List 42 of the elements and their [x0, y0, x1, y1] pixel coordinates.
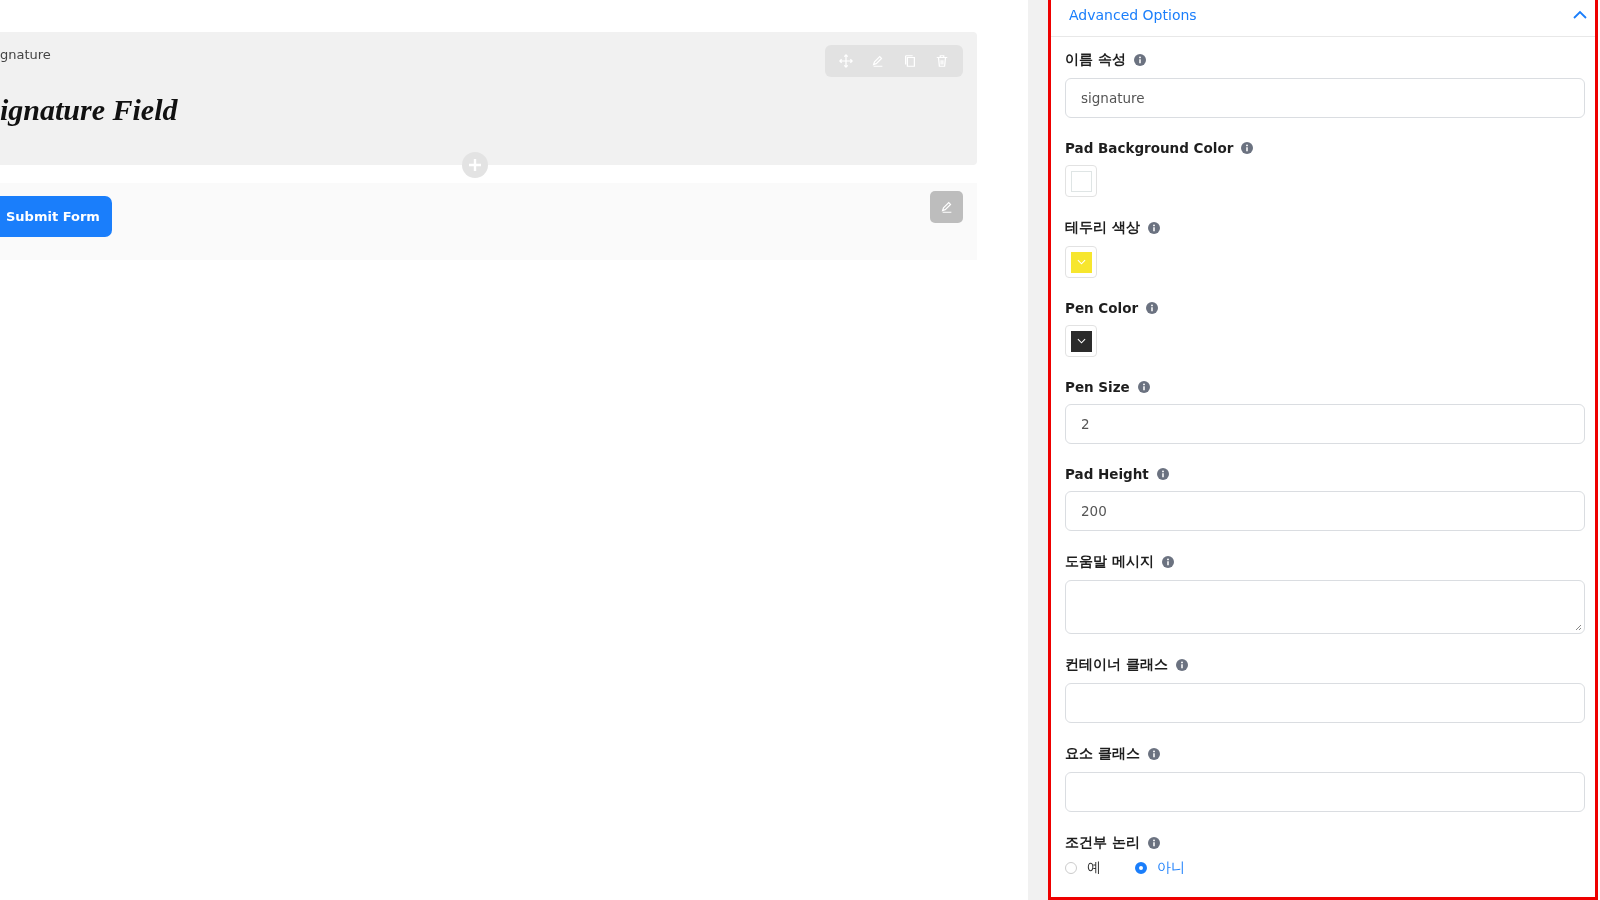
info-icon[interactable] — [1133, 54, 1146, 66]
info-icon[interactable] — [1161, 556, 1174, 568]
radio-option[interactable]: 예 — [1065, 859, 1101, 877]
field-label: 도움말 메시지 — [1065, 553, 1154, 571]
textarea-input[interactable] — [1065, 580, 1585, 634]
color-picker[interactable] — [1065, 165, 1097, 197]
text-input[interactable]: 200 — [1065, 491, 1585, 531]
chevron-down-icon — [1076, 338, 1086, 344]
info-icon[interactable] — [1156, 468, 1169, 480]
panel-title: Advanced Options — [1069, 7, 1197, 23]
add-field-icon[interactable] — [462, 152, 488, 178]
panel-header[interactable]: Advanced Options — [1051, 0, 1595, 37]
info-icon[interactable] — [1146, 302, 1159, 314]
info-icon[interactable] — [1175, 659, 1188, 671]
field-label: Pen Color — [1065, 300, 1139, 316]
chevron-down-icon — [1076, 259, 1086, 265]
field-label: Pad Background Color — [1065, 140, 1234, 156]
color-picker[interactable] — [1065, 246, 1097, 278]
field-label: 조건부 논리 — [1065, 834, 1140, 852]
submit-button[interactable]: Submit Form — [0, 196, 112, 237]
chevron-up-icon[interactable] — [1573, 10, 1587, 20]
field-label: Pen Size — [1065, 379, 1130, 395]
info-icon[interactable] — [1147, 837, 1160, 849]
text-input[interactable]: signature — [1065, 78, 1585, 118]
text-input[interactable]: 2 — [1065, 404, 1585, 444]
info-icon[interactable] — [1137, 381, 1150, 393]
text-input[interactable] — [1065, 683, 1585, 723]
info-icon[interactable] — [1147, 222, 1160, 234]
text-input[interactable] — [1065, 772, 1585, 812]
field-label: 컨테이너 클래스 — [1065, 656, 1168, 674]
field-label: Pad Height — [1065, 466, 1149, 482]
resize-grip-icon[interactable] — [1574, 623, 1582, 631]
signature-preview: ignature Field — [0, 93, 179, 127]
field-label: gnature — [0, 47, 51, 62]
info-icon[interactable] — [1147, 748, 1160, 760]
field-label: 테두리 색상 — [1065, 219, 1140, 237]
radio-option[interactable]: 아니 — [1135, 859, 1185, 877]
info-icon[interactable] — [1241, 142, 1254, 154]
edit-icon — [939, 200, 954, 214]
color-picker[interactable] — [1065, 325, 1097, 357]
field-label: 이름 속성 — [1065, 51, 1126, 69]
field-label: 요소 클래스 — [1065, 745, 1140, 763]
